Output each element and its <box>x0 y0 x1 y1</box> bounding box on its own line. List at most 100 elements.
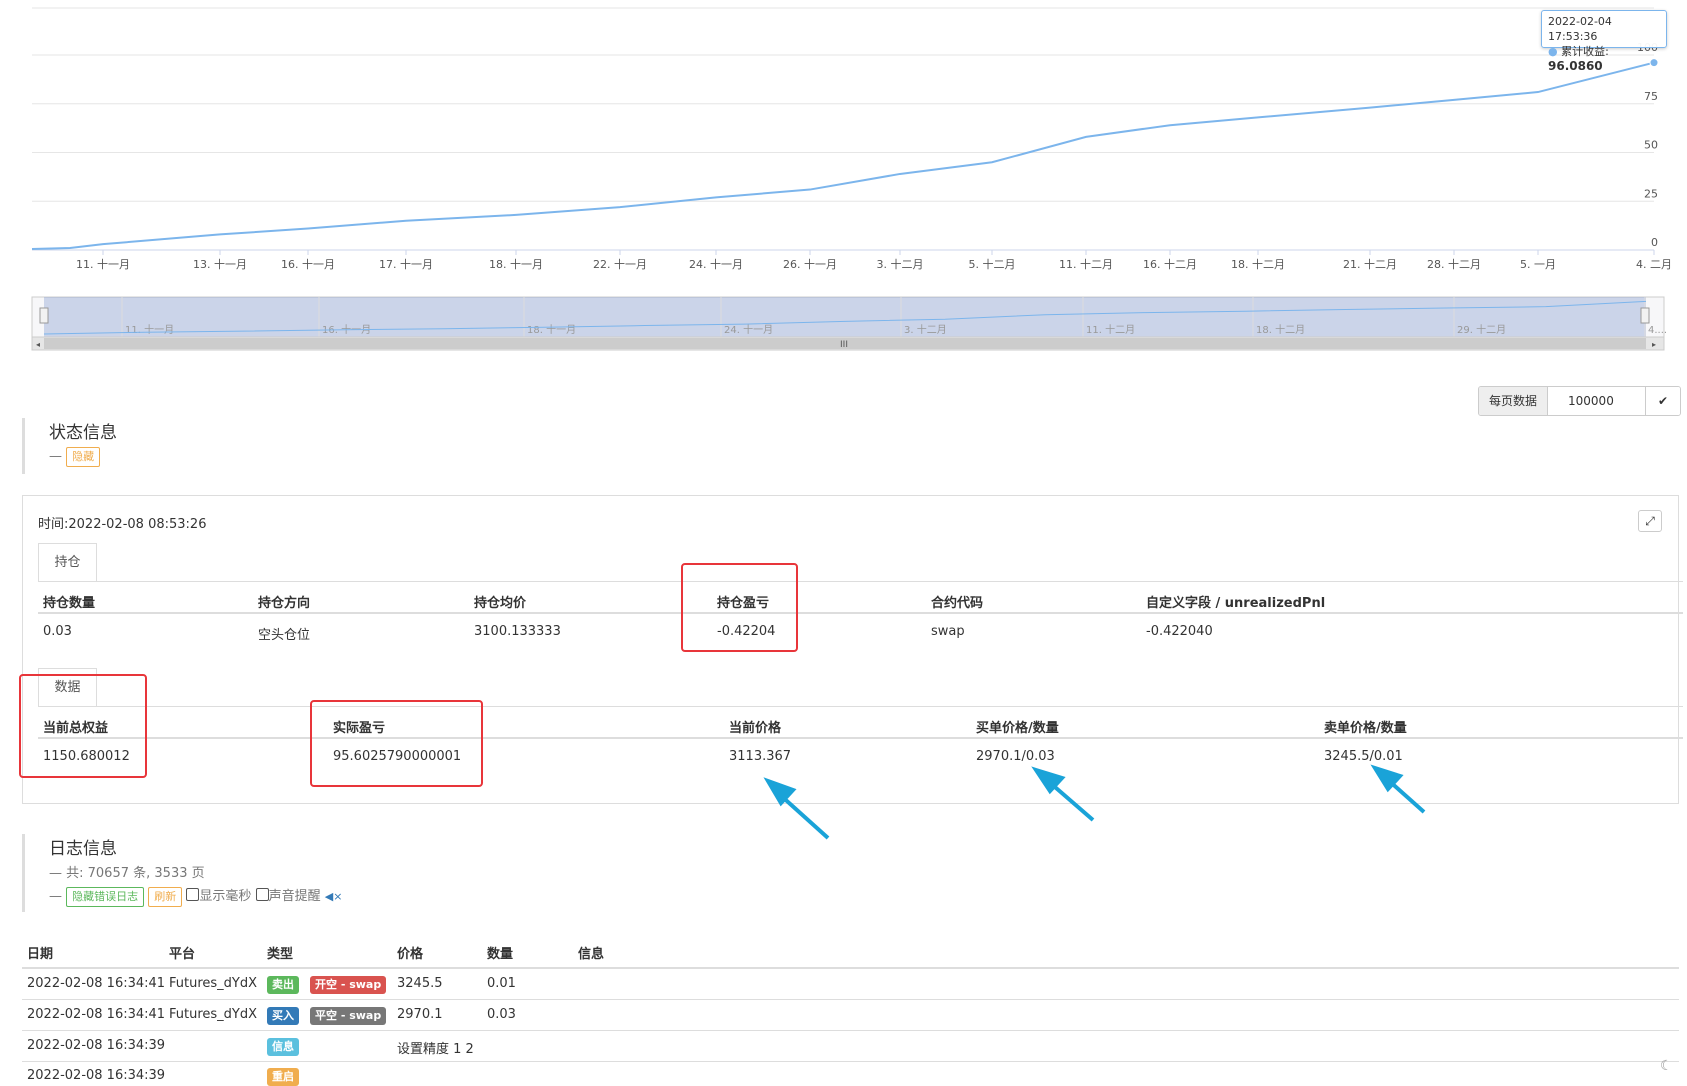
pos-header-avg-price: 持仓均价 <box>474 596 527 611</box>
pos-header-direction: 持仓方向 <box>258 596 311 611</box>
status-section-header: 状态信息 — 隐藏 <box>22 418 117 474</box>
time-value: 2022-02-08 08:53:26 <box>68 517 207 532</box>
tooltip-label: 累计收益 <box>1561 45 1606 58</box>
pos-header-amount: 持仓数量 <box>43 596 96 611</box>
x-tick-label: 5. 十二月 <box>969 257 1016 271</box>
x-tick-label: 18. 十一月 <box>489 257 543 271</box>
log-row-type-badge: 重启 <box>267 1068 299 1086</box>
position-header-line <box>38 612 1683 614</box>
log-row-subtype-badge: 开空 - swap <box>310 976 387 994</box>
data-header-sell-order: 卖单价格/数量 <box>1324 721 1407 736</box>
x-tick-label: 28. 十二月 <box>1427 257 1481 271</box>
y-tick-label: 0 <box>1651 236 1658 249</box>
position-tab-line <box>38 581 1683 582</box>
log-row-amount: 0.03 <box>487 1007 516 1022</box>
expand-icon[interactable]: ⤢ <box>1638 510 1662 532</box>
navigator-label: 4.... <box>1648 325 1667 336</box>
x-tick-label: 22. 十一月 <box>593 257 647 271</box>
x-tick-label: 3. 十二月 <box>877 257 924 271</box>
y-tick-label: 25 <box>1644 187 1658 200</box>
navigator-label: 18. 十一月 <box>527 323 576 336</box>
sound-alert-label: 声音提醒 <box>268 889 321 904</box>
per-page-confirm-button[interactable]: ✔ <box>1646 387 1681 415</box>
log-header-date: 日期 <box>27 947 54 962</box>
log-row-type-badge: 信息 <box>267 1038 299 1056</box>
per-page-label: 每页数据 <box>1479 387 1549 415</box>
tooltip-dot-icon: ● <box>1548 45 1558 58</box>
data-tab-line <box>38 706 1683 707</box>
status-panel: 时间:2022-02-08 08:53:26 ⤢ 持仓 持仓数量 持仓方向 持仓… <box>22 495 1683 804</box>
navigator-left-handle[interactable] <box>39 307 49 324</box>
pos-contract: swap <box>931 624 965 639</box>
status-time: 时间:2022-02-08 08:53:26 <box>38 513 206 532</box>
log-header-line <box>22 967 1679 969</box>
annotation-box-equity <box>19 674 147 778</box>
per-page-input[interactable]: 100000 <box>1548 387 1647 415</box>
sound-alert-checkbox[interactable] <box>255 888 269 901</box>
log-row-date: 2022-02-08 16:34:39 <box>27 1038 166 1053</box>
navigator-right-handle[interactable] <box>1640 307 1650 324</box>
tab-position[interactable]: 持仓 <box>38 543 97 582</box>
navigator-label: 11. 十二月 <box>1086 323 1135 336</box>
log-title: 日志信息 <box>49 839 117 859</box>
log-row-date: 2022-02-08 16:34:41 <box>27 1007 166 1022</box>
status-title: 状态信息 <box>49 423 117 443</box>
x-tick-label: 16. 十二月 <box>1143 257 1197 271</box>
navigator-label: 3. 十二月 <box>904 323 947 336</box>
data-header-buy-order: 买单价格/数量 <box>976 721 1059 736</box>
x-tick-label: 18. 十二月 <box>1231 257 1285 271</box>
log-row-subtype-badge: 平空 - swap <box>310 1007 387 1025</box>
log-section-header: 日志信息 — 共: 70657 条, 3533 页 — 隐藏错误日志 刷新 显示… <box>22 834 342 912</box>
x-tick-label: 11. 十二月 <box>1059 257 1113 271</box>
log-row-divider <box>22 1061 1679 1062</box>
pos-direction: 空头仓位 <box>258 628 311 643</box>
pos-header-contract: 合约代码 <box>931 596 984 611</box>
navigator-label: 29. 十二月 <box>1457 323 1506 336</box>
y-tick-label: 50 <box>1644 139 1658 152</box>
x-tick-label: 21. 十二月 <box>1343 257 1397 271</box>
log-row-type-badge: 买入 <box>267 1007 299 1025</box>
x-tick-label: 17. 十一月 <box>379 257 433 271</box>
x-tick-label: 16. 十一月 <box>281 257 335 271</box>
data-current-price: 3113.367 <box>729 749 792 764</box>
log-header-amount: 数量 <box>487 947 514 962</box>
data-header-line <box>38 737 1683 739</box>
per-page-control: 每页数据 100000 ✔ <box>1478 386 1682 416</box>
time-label: 时间: <box>38 517 69 532</box>
scroll-left-arrow-icon[interactable]: ◂ <box>36 340 40 349</box>
log-row-date: 2022-02-08 16:34:39 <box>27 1068 166 1083</box>
x-tick-label: 24. 十一月 <box>689 257 743 271</box>
log-row-platform: Futures_dYdX <box>169 1007 258 1022</box>
profit-chart: 0255075100 11. 十一月13. 十一月16. 十一月17. 十一月1… <box>31 7 1672 351</box>
pos-amount: 0.03 <box>43 624 72 639</box>
annotation-box-pnl <box>681 563 798 652</box>
tooltip-value: 96.0860 <box>1548 59 1603 73</box>
x-tick-label: 26. 十一月 <box>783 257 837 271</box>
refresh-button[interactable]: 刷新 <box>148 887 183 907</box>
speaker-muted-icon[interactable]: ◀× <box>325 890 343 903</box>
pos-header-custom-field: 自定义字段 / unrealizedPnl <box>1146 596 1326 611</box>
data-sell-order: 3245.5/0.01 <box>1324 749 1403 764</box>
chart-x-ticks: 11. 十一月 13. 十一月 16. 十一月 17. 十一月 18. 十一月 22. 十… <box>76 250 1672 271</box>
series-line-cumulative-profit <box>31 61 1655 251</box>
log-dash: — <box>49 889 62 904</box>
moon-icon[interactable]: ☾ <box>1660 1058 1673 1074</box>
log-header-price: 价格 <box>397 947 424 962</box>
tooltip-date: 2022-02-04 17:53:36 <box>1548 15 1612 43</box>
log-row-price: 设置精度 1 2 <box>397 1042 474 1057</box>
hide-status-button[interactable]: 隐藏 <box>66 447 101 467</box>
tooltip-series: ● 累计收益: 96.0860 <box>1548 45 1609 73</box>
log-row-divider <box>22 1030 1679 1031</box>
data-header-current-price: 当前价格 <box>729 721 782 736</box>
x-tick-label: 11. 十一月 <box>76 257 130 271</box>
log-header-info: 信息 <box>578 947 605 962</box>
pos-custom-field: -0.422040 <box>1146 624 1213 639</box>
scroll-right-arrow-icon[interactable]: ▸ <box>1652 340 1656 349</box>
log-row-date: 2022-02-08 16:34:41 <box>27 976 166 991</box>
log-summary: — 共: 70657 条, 3533 页 <box>49 866 205 881</box>
show-ms-checkbox[interactable] <box>186 888 200 901</box>
hide-error-log-button[interactable]: 隐藏错误日志 <box>66 887 145 907</box>
y-tick-label: 75 <box>1644 90 1658 103</box>
show-ms-label: 显示毫秒 <box>199 889 252 904</box>
chart-gridlines <box>32 7 1654 251</box>
